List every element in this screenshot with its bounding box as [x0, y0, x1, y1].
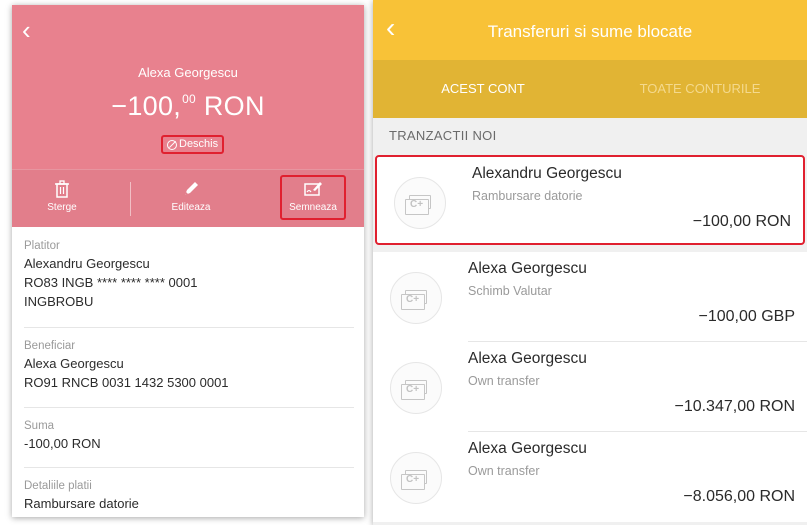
divider: [24, 467, 354, 468]
payer-iban: RO83 INGB **** **** **** 0001: [24, 275, 198, 290]
details-value: Rambursare datorie: [24, 496, 139, 511]
beneficiary-label: Beneficiar: [24, 340, 76, 352]
payer-label: Platitor: [24, 240, 60, 252]
transaction-row[interactable]: Alexa Georgescu Schimb Valutar −100,00 G…: [373, 252, 807, 342]
screenshot-stage: ‹ Alexa Georgescu −100,00 RON Deschis St…: [0, 0, 807, 525]
back-arrow-icon[interactable]: ‹: [22, 17, 31, 43]
action-bar: Sterge Editeaza Semneaza: [12, 169, 364, 227]
edit-label: Editeaza: [171, 202, 211, 213]
divider: [24, 407, 354, 408]
status-badge: Deschis: [161, 135, 225, 154]
transfer-detail-screen: ‹ Alexa Georgescu −100,00 RON Deschis St…: [12, 5, 364, 517]
details-label: Detaliile platii: [24, 480, 92, 492]
transaction-name: Alexa Georgescu: [468, 350, 587, 367]
action-divider: [130, 182, 131, 216]
sign-icon: [304, 182, 322, 196]
transaction-amount: −10.347,00 RON: [674, 398, 795, 415]
pencil-icon: [185, 182, 198, 195]
tab-this-account[interactable]: ACEST CONT: [373, 60, 593, 118]
transaction-name: Alexa Georgescu: [468, 260, 587, 277]
cash-transfer-icon: [405, 195, 431, 215]
delete-button[interactable]: Sterge: [22, 170, 102, 228]
payer-field: Platitor Alexandru Georgescu RO83 INGB *…: [24, 239, 354, 311]
transfer-avatar: [390, 272, 442, 324]
transaction-amount: −8.056,00 RON: [683, 488, 795, 505]
trash-icon: [55, 180, 69, 198]
transfer-avatar: [390, 362, 442, 414]
transaction-name: Alexandru Georgescu: [472, 165, 622, 182]
transfer-amount: −100,00 RON: [12, 91, 364, 122]
amount-field: Suma -100,00 RON: [24, 419, 354, 453]
transaction-row[interactable]: Alexa Georgescu Own transfer −8.056,00 R…: [373, 432, 807, 522]
amount-label: Suma: [24, 420, 55, 432]
transaction-description: Schimb Valutar: [468, 284, 552, 298]
recipient-name: Alexa Georgescu: [138, 65, 238, 80]
transaction-row[interactable]: Alexandru Georgescu Rambursare datorie −…: [375, 155, 805, 245]
transactions-list: TRANZACTII NOI Alexandru Georgescu Rambu…: [373, 118, 807, 525]
payer-bank: INGBROBU: [24, 294, 94, 309]
section-header: TRANZACTII NOI: [389, 128, 497, 143]
transaction-amount: −100,00 RON: [692, 213, 791, 230]
tab-bar: ACEST CONT TOATE CONTURILE: [373, 60, 807, 118]
beneficiary-iban: RO91 RNCB 0031 1432 5300 0001: [24, 375, 229, 390]
beneficiary-field: Beneficiar Alexa Georgescu RO91 RNCB 003…: [24, 339, 354, 392]
amount-currency: RON: [203, 91, 265, 121]
sign-label: Semneaza: [289, 202, 337, 213]
details-field: Detaliile platii Rambursare datorie: [24, 479, 354, 513]
divider: [24, 327, 354, 328]
transaction-description: Own transfer: [468, 464, 540, 478]
transaction-description: Rambursare datorie: [472, 189, 583, 203]
transaction-row[interactable]: Alexa Georgescu Own transfer −10.347,00 …: [373, 342, 807, 432]
top-bar: ‹ Transferuri si sume blocate: [373, 0, 807, 60]
status-label: Deschis: [179, 138, 219, 150]
transaction-description: Own transfer: [468, 374, 540, 388]
delete-label: Sterge: [47, 202, 77, 213]
amount-cents: 00: [182, 92, 197, 106]
amount-value: -100,00 RON: [24, 436, 101, 451]
cash-transfer-icon: [401, 380, 427, 400]
blocked-circle-icon: [167, 139, 177, 150]
transfer-avatar: [390, 452, 442, 504]
sign-button[interactable]: Semneaza: [280, 175, 346, 220]
payer-name: Alexandru Georgescu: [24, 256, 150, 271]
tab-all-accounts[interactable]: TOATE CONTURILE: [593, 60, 807, 118]
cash-transfer-icon: [401, 470, 427, 490]
transfers-list-screen: ‹ Transferuri si sume blocate ACEST CONT…: [373, 0, 807, 525]
transaction-name: Alexa Georgescu: [468, 440, 587, 457]
beneficiary-name: Alexa Georgescu: [24, 356, 124, 371]
transfer-avatar: [394, 177, 446, 229]
cash-transfer-icon: [401, 290, 427, 310]
edit-button[interactable]: Editeaza: [146, 170, 236, 228]
detail-header: ‹ Alexa Georgescu −100,00 RON Deschis St…: [12, 5, 364, 227]
transaction-amount: −100,00 GBP: [698, 308, 795, 325]
amount-main: −100,: [111, 91, 182, 121]
page-title: Transferuri si sume blocate: [487, 22, 693, 41]
